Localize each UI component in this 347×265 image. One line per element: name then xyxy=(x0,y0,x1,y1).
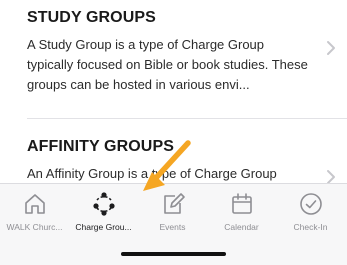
home-indicator xyxy=(121,252,226,256)
tab-check-in[interactable]: Check-In xyxy=(276,191,345,237)
tab-charge-groups[interactable]: Charge Grou... xyxy=(69,191,138,237)
calendar-icon xyxy=(231,193,252,214)
groups-icon xyxy=(92,192,115,216)
tab-label: Calendar xyxy=(224,222,259,232)
tab-calendar[interactable]: Calendar xyxy=(207,191,276,237)
home-icon xyxy=(24,194,45,214)
tab-label: WALK Churc... xyxy=(6,222,63,232)
app-screen: STUDY GROUPS A Study Group is a type of … xyxy=(0,0,347,265)
tab-events[interactable]: Events xyxy=(138,191,207,237)
annotation-arrow-icon xyxy=(143,140,191,191)
tab-label: Charge Grou... xyxy=(75,222,132,232)
card-description: A Study Group is a type of Charge Group … xyxy=(27,37,308,92)
edit-icon xyxy=(163,193,185,214)
study-groups-card[interactable]: STUDY GROUPS A Study Group is a type of … xyxy=(27,8,347,95)
divider xyxy=(27,118,347,119)
card-title: STUDY GROUPS xyxy=(27,9,156,26)
chevron-right-icon[interactable] xyxy=(325,38,337,58)
tab-label: Check-In xyxy=(293,222,328,232)
check-circle-icon xyxy=(299,193,322,215)
tab-label: Events xyxy=(159,222,186,232)
tab-walk-church[interactable]: WALK Churc... xyxy=(0,191,69,237)
